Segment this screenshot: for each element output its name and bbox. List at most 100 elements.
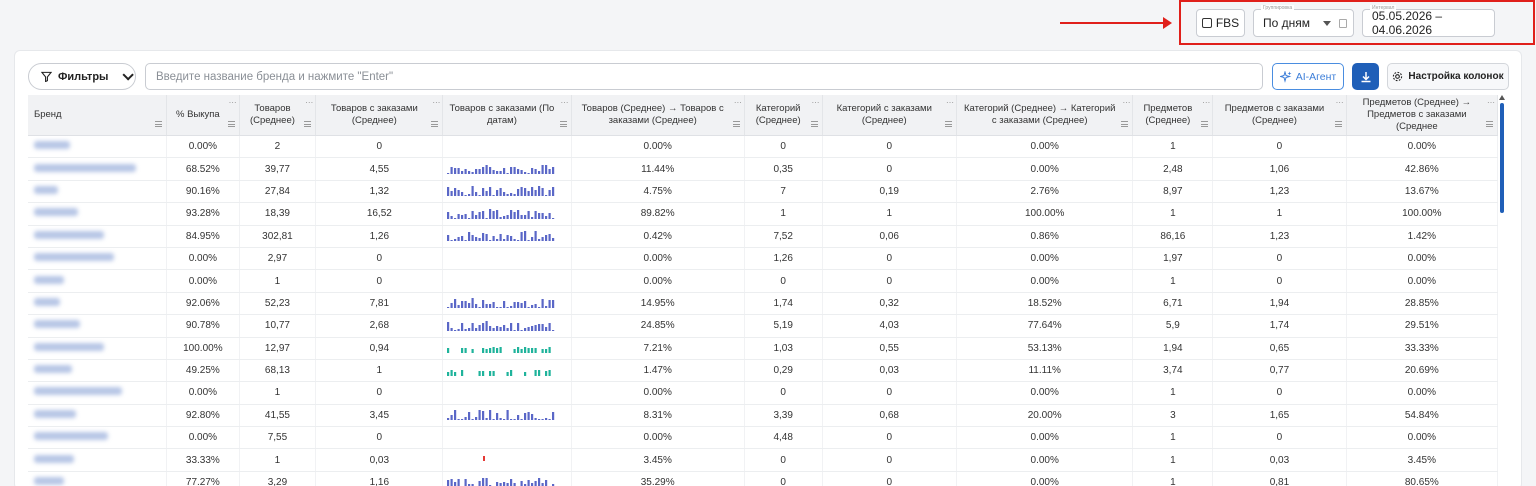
more-icon[interactable]: ⋯ bbox=[1487, 97, 1495, 109]
column-header[interactable]: Категорий (Среднее) → Категорий с заказа… bbox=[956, 95, 1134, 136]
table-cell: 0.00% bbox=[956, 157, 1134, 181]
blurred-brand-name bbox=[34, 253, 114, 262]
column-menu-icon[interactable] bbox=[431, 121, 439, 127]
table-cell: 0,06 bbox=[822, 225, 957, 248]
column-header[interactable]: % Выкупа ⋯ bbox=[166, 95, 240, 136]
sparkline-cell bbox=[442, 404, 572, 428]
table-row[interactable]: 90.16% 27,84 1,32 4.75% 7 0,19 2.76% 8,97 1,23 13… bbox=[28, 180, 1499, 204]
column-menu-icon[interactable] bbox=[944, 121, 952, 127]
table-row[interactable]: 49.25% 68,13 1 1.47% 0,29 0,03 11.11% 3,74 0,77 2… bbox=[28, 359, 1499, 383]
table-row[interactable]: 84.95% 302,81 1,26 0.42% 7,52 0,06 0.86% 86,16 1… bbox=[28, 225, 1499, 248]
table-cell: 0.00% bbox=[166, 426, 240, 450]
table-row[interactable]: 0.00% 2 0 0.00% 0 0 0.00% 1 0 0.00% bbox=[28, 135, 1499, 159]
brand-cell[interactable] bbox=[28, 337, 168, 360]
blurred-brand-name bbox=[34, 454, 74, 463]
vertical-scrollbar[interactable] bbox=[1499, 95, 1505, 486]
more-icon[interactable]: ⋯ bbox=[812, 97, 820, 109]
table-row[interactable]: 0.00% 1 0 0.00% 0 0 0.00% 1 0 0.00% bbox=[28, 269, 1499, 293]
more-icon[interactable]: ⋯ bbox=[1122, 97, 1130, 109]
ai-agent-button[interactable]: AI-Агент bbox=[1272, 63, 1344, 90]
table-cell: 0,32 bbox=[822, 292, 957, 316]
more-icon[interactable]: ⋯ bbox=[1202, 97, 1210, 109]
column-header[interactable]: Товаров с заказами (Среднее) ⋯ bbox=[315, 95, 444, 136]
column-header-label: Категорий (Среднее) bbox=[755, 103, 801, 126]
more-icon[interactable]: ⋯ bbox=[734, 97, 742, 109]
column-header[interactable]: Категорий с заказами (Среднее) ⋯ bbox=[822, 95, 957, 136]
table-cell: 0.00% bbox=[956, 448, 1134, 472]
brand-cell[interactable] bbox=[28, 292, 168, 316]
table-cell: 0,65 bbox=[1212, 337, 1347, 360]
column-menu-icon[interactable] bbox=[810, 121, 818, 127]
column-header[interactable]: Предметов (Среднее) → Предметов с заказа… bbox=[1346, 95, 1499, 136]
table-cell: 0,77 bbox=[1212, 359, 1347, 383]
column-settings-button[interactable]: Настройка колонок bbox=[1387, 63, 1509, 90]
more-icon[interactable]: ⋯ bbox=[432, 97, 440, 109]
column-menu-icon[interactable] bbox=[155, 121, 163, 127]
more-icon[interactable]: ⋯ bbox=[1336, 97, 1344, 109]
column-header[interactable]: Категорий (Среднее) ⋯ bbox=[744, 95, 823, 136]
brand-cell[interactable] bbox=[28, 180, 168, 204]
filters-button[interactable]: Фильтры bbox=[28, 63, 136, 90]
table-cell: 0 bbox=[744, 448, 823, 472]
brand-cell[interactable] bbox=[28, 202, 168, 226]
brand-cell[interactable] bbox=[28, 426, 168, 450]
brand-cell[interactable] bbox=[28, 157, 168, 181]
table-row[interactable]: 100.00% 12,97 0,94 7.21% 1,03 0,55 53.13% 1,94 0… bbox=[28, 337, 1499, 360]
table-row[interactable]: 68.52% 39,77 4,55 11.44% 0,35 0 0.00% 2,48 1,06 4… bbox=[28, 157, 1499, 181]
brand-cell[interactable] bbox=[28, 314, 168, 338]
table-cell: 90.78% bbox=[166, 314, 240, 338]
column-menu-icon[interactable] bbox=[304, 121, 312, 127]
table-row[interactable]: 33.33% 1 0,03 3.45% 0 0 0.00% 1 0,03 3.45% bbox=[28, 448, 1499, 472]
table-cell: 4,03 bbox=[822, 314, 957, 338]
fbs-checkbox[interactable]: FBS bbox=[1196, 9, 1245, 37]
column-header-label: Категорий с заказами (Среднее) bbox=[836, 103, 932, 126]
column-menu-icon[interactable] bbox=[1334, 121, 1342, 127]
blurred-brand-name bbox=[34, 163, 136, 172]
table-row[interactable]: 0.00% 7,55 0 0.00% 4,48 0 0.00% 1 0 0.00% bbox=[28, 426, 1499, 450]
table-cell: 0.00% bbox=[166, 269, 240, 293]
sparkline-cell bbox=[442, 180, 572, 204]
brand-cell[interactable] bbox=[28, 269, 168, 293]
table-row[interactable]: 93.28% 18,39 16,52 89.82% 1 1 100.00% 1 1 100.00% bbox=[28, 202, 1499, 226]
table-cell: 0 bbox=[822, 157, 957, 181]
brand-cell[interactable] bbox=[28, 448, 168, 472]
column-menu-icon[interactable] bbox=[1121, 121, 1129, 127]
column-header[interactable]: Бренд bbox=[28, 95, 168, 136]
column-header[interactable]: Товаров (Среднее) ⋯ bbox=[239, 95, 317, 136]
table-cell: 80.65% bbox=[1346, 471, 1499, 486]
column-menu-icon[interactable] bbox=[732, 121, 740, 127]
download-button[interactable] bbox=[1352, 63, 1379, 90]
more-icon[interactable]: ⋯ bbox=[561, 97, 569, 109]
table-row[interactable]: 90.78% 10,77 2,68 24.85% 5,19 4,03 77.64% 5,9 1,… bbox=[28, 314, 1499, 338]
more-icon[interactable]: ⋯ bbox=[305, 97, 313, 109]
brand-cell[interactable] bbox=[28, 135, 168, 159]
table-row[interactable]: 0.00% 2,97 0 0.00% 1,26 0 0.00% 1,97 0 0.00% bbox=[28, 247, 1499, 271]
table-row[interactable]: 92.06% 52,23 7,81 14.95% 1,74 0,32 18.52% 6,71 1… bbox=[28, 292, 1499, 316]
column-header[interactable]: Предметов (Среднее) ⋯ bbox=[1132, 95, 1214, 136]
brand-cell[interactable] bbox=[28, 225, 168, 248]
brand-search-input[interactable] bbox=[145, 63, 1263, 90]
brand-cell[interactable] bbox=[28, 471, 168, 486]
scrollbar-thumb[interactable] bbox=[1500, 103, 1504, 213]
more-icon[interactable]: ⋯ bbox=[946, 97, 954, 109]
interval-field[interactable]: Интервал 05.05.2026 – 04.06.2026 bbox=[1362, 5, 1495, 37]
grouping-select[interactable]: Группировка По дням bbox=[1253, 5, 1354, 37]
table-cell: 0.00% bbox=[571, 135, 745, 159]
table-row[interactable]: 92.80% 41,55 3,45 8.31% 3,39 0,68 20.00% 3 1,65 5… bbox=[28, 404, 1499, 428]
column-header[interactable]: Товаров с заказами (По датам) ⋯ bbox=[442, 95, 572, 136]
brand-cell[interactable] bbox=[28, 381, 168, 405]
more-icon[interactable]: ⋯ bbox=[229, 97, 237, 109]
brand-cell[interactable] bbox=[28, 247, 168, 271]
table-row[interactable]: 77.27% 3,29 1,16 35.29% 0 0 0.00% 1 0,81 80.65% bbox=[28, 471, 1499, 486]
column-menu-icon[interactable] bbox=[1486, 121, 1493, 127]
column-menu-icon[interactable] bbox=[227, 121, 235, 127]
column-menu-icon[interactable] bbox=[1201, 121, 1209, 127]
column-header[interactable]: Товаров (Среднее) → Товаров с заказами (… bbox=[571, 95, 745, 136]
table-cell: 1 bbox=[1132, 448, 1214, 472]
column-header[interactable]: Предметов с заказами (Среднее) ⋯ bbox=[1212, 95, 1347, 136]
brand-cell[interactable] bbox=[28, 404, 168, 428]
brand-cell[interactable] bbox=[28, 359, 168, 383]
table-row[interactable]: 0.00% 1 0 0.00% 0 0 0.00% 1 0 0.00% bbox=[28, 381, 1499, 405]
scroll-up-icon[interactable] bbox=[1499, 95, 1505, 100]
column-menu-icon[interactable] bbox=[559, 121, 567, 127]
